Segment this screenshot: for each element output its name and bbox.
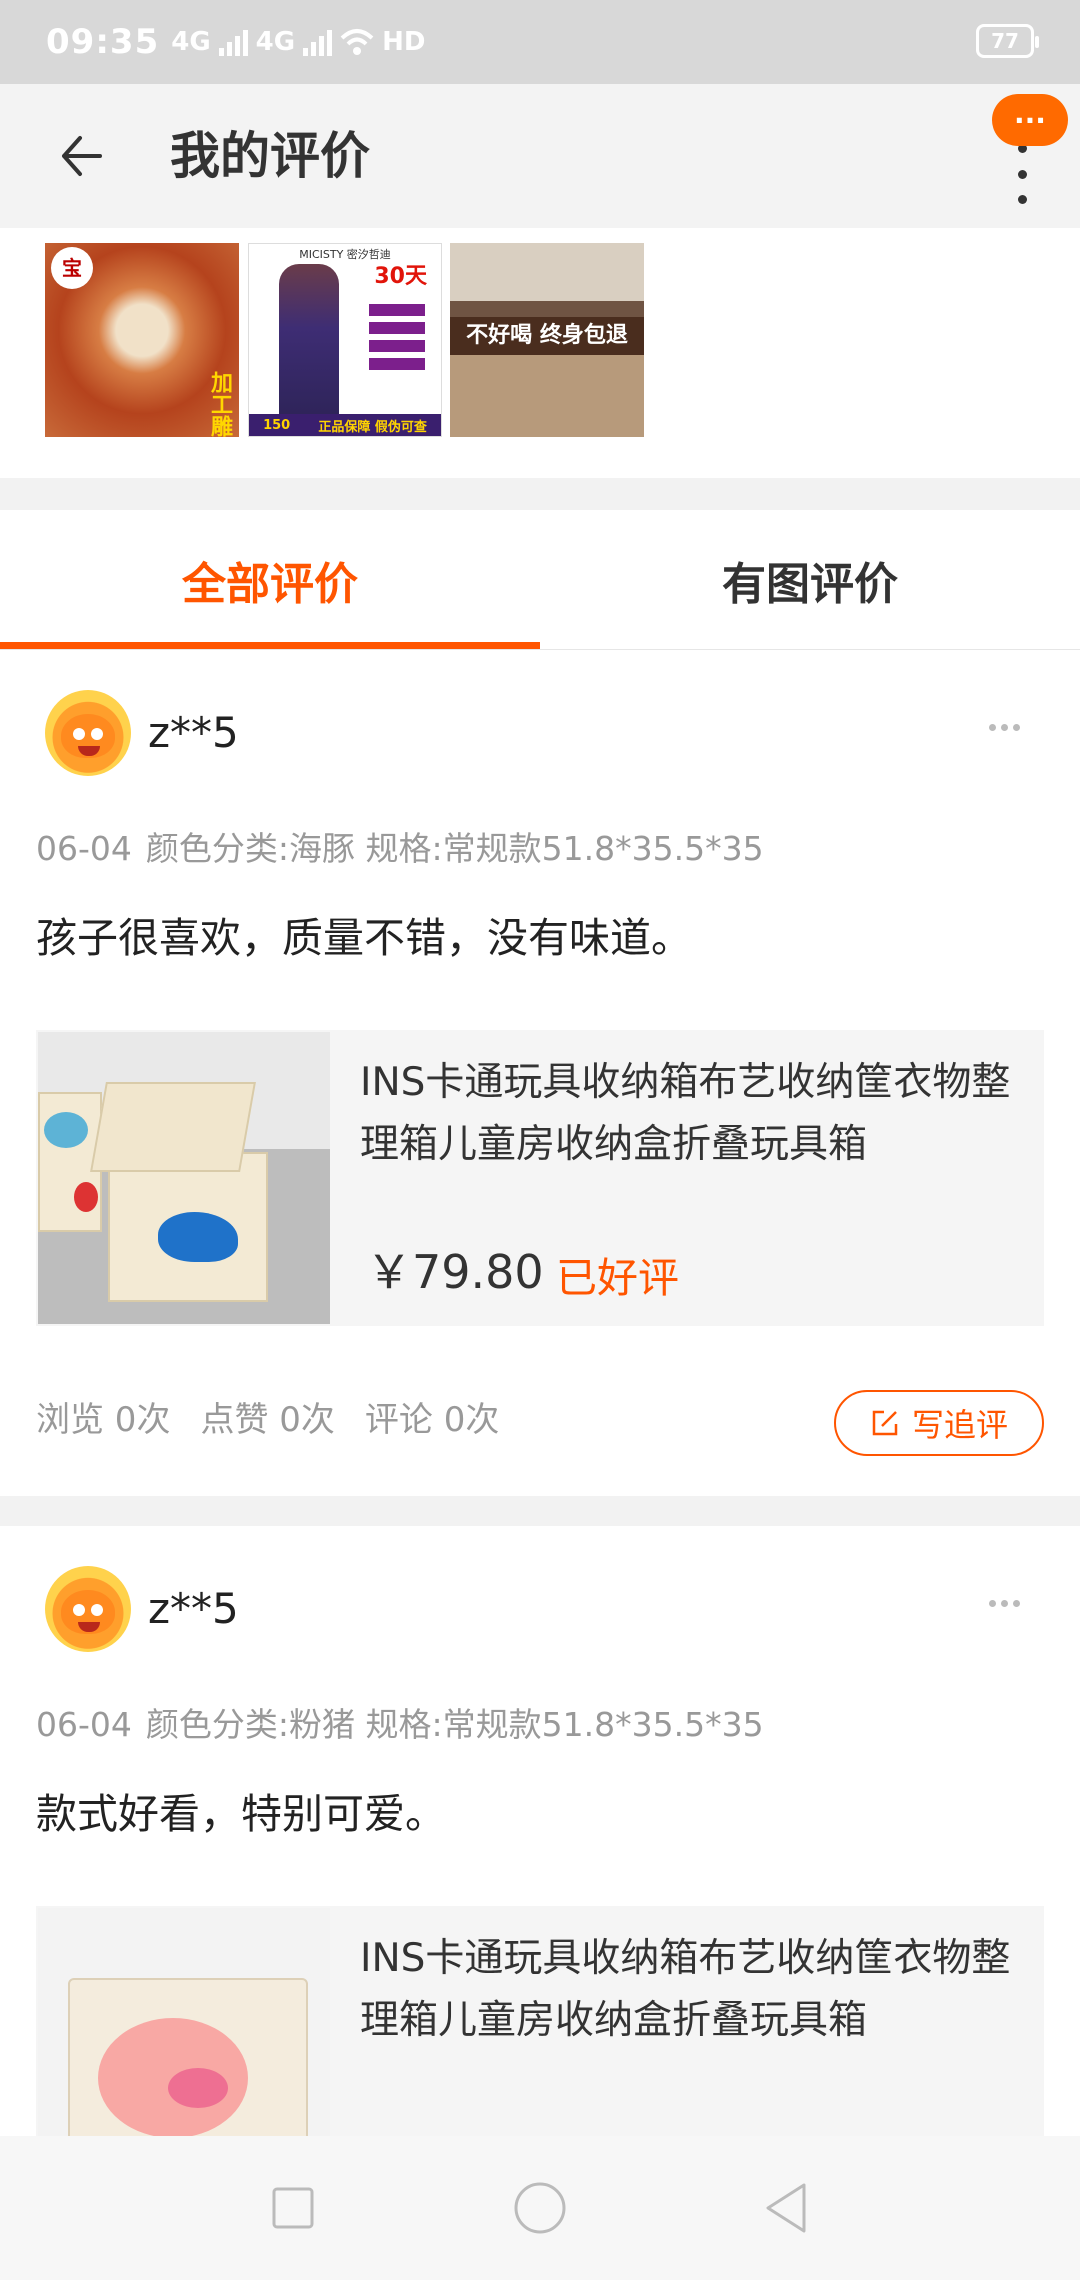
wifi-label: HD	[382, 27, 426, 57]
signal-icon	[218, 28, 248, 56]
product-card[interactable]: INS卡通玩具收纳箱布艺收纳筐衣物整理箱儿童房收纳盒折叠玩具箱	[36, 1906, 1044, 2136]
product-thumbnail-1[interactable]: 宝 加工雕	[45, 243, 239, 437]
review-date: 06-04	[36, 1705, 132, 1744]
thumb-bottom-right: 正品保障 假伪可查	[318, 419, 427, 435]
recent-apps-icon[interactable]	[262, 2177, 324, 2239]
thumb-banner: 不好喝 终身包退	[450, 317, 644, 355]
avatar[interactable]	[45, 690, 131, 776]
product-title: INS卡通玩具收纳箱布艺收纳筐衣物整理箱儿童房收纳盒折叠玩具箱	[360, 1936, 1011, 2043]
product-image	[38, 1032, 330, 1324]
status-time: 09:35	[46, 22, 160, 62]
page-title: 我的评价	[170, 127, 370, 185]
review-date: 06-04	[36, 829, 132, 868]
status-bar: 09:35 4G 4G HD 77	[0, 0, 1080, 84]
thumb-text: 加工雕	[207, 371, 232, 437]
app-header: 我的评价 ···	[0, 84, 1080, 228]
more-horizontal-icon[interactable]	[989, 1600, 1020, 1607]
product-thumbnail-3[interactable]: 不好喝 终身包退	[450, 243, 644, 437]
review-text: 款式好看，特别可爱。	[36, 1790, 446, 1838]
write-followup-button[interactable]: 写追评	[834, 1390, 1044, 1456]
review-spec: 颜色分类:海豚 规格:常规款51.8*35.5*35	[145, 829, 764, 868]
network-type-1: 4G	[171, 27, 211, 57]
system-nav-bar	[0, 2136, 1080, 2280]
review-stats: 浏览 0次 点赞 0次 评论 0次	[36, 1392, 499, 1441]
message-badge[interactable]: ···	[992, 94, 1068, 146]
product-price: ￥79.80	[366, 1245, 544, 1299]
product-card[interactable]: INS卡通玩具收纳箱布艺收纳筐衣物整理箱儿童房收纳盒折叠玩具箱 ￥79.80 已…	[36, 1030, 1044, 1326]
review-text: 孩子很喜欢，质量不错，没有味道。	[36, 914, 692, 962]
model-figure	[279, 264, 339, 424]
battery-icon: 77	[976, 24, 1039, 58]
username: z**5	[148, 1584, 239, 1633]
more-vertical-icon[interactable]	[1012, 144, 1032, 204]
review-spec: 颜色分类:粉猪 规格:常规款51.8*35.5*35	[145, 1705, 764, 1744]
image-strip: 宝 加工雕 MICISTY 密汐哲迪 30天 150 正品保障 假伪可查 不好喝…	[0, 228, 1080, 478]
back-triangle-icon[interactable]	[756, 2177, 818, 2239]
tab-all-reviews[interactable]: 全部评价	[0, 510, 540, 649]
thumb-logo: 宝	[51, 247, 93, 289]
product-image	[38, 1908, 330, 2136]
views-count: 浏览 0次	[36, 1400, 171, 1440]
comments-count: 评论 0次	[364, 1400, 500, 1440]
thumb-bottom-left: 150	[263, 417, 291, 433]
review-status: 已好评	[556, 1254, 679, 1302]
signal-indicators: 4G 4G HD	[171, 27, 425, 57]
product-title: INS卡通玩具收纳箱布艺收纳筐衣物整理箱儿童房收纳盒折叠玩具箱	[360, 1060, 1011, 1167]
avatar[interactable]	[45, 1566, 131, 1652]
thumb-bottom-strip: 150 正品保障 假伪可查	[249, 414, 441, 436]
back-arrow-icon[interactable]	[52, 124, 116, 188]
home-icon[interactable]	[509, 2177, 571, 2239]
username: z**5	[148, 708, 239, 757]
thumb-feature-bars	[369, 304, 425, 376]
edit-icon	[872, 1410, 898, 1436]
tab-photo-reviews[interactable]: 有图评价	[540, 510, 1080, 649]
more-horizontal-icon[interactable]	[989, 724, 1020, 731]
network-type-2: 4G	[255, 27, 296, 57]
review-card: z**5 06-04 颜色分类:粉猪 规格:常规款51.8*35.5*35 款式好…	[0, 1526, 1080, 2136]
signal-icon-2	[303, 28, 333, 56]
review-meta: 06-04 颜色分类:海豚 规格:常规款51.8*35.5*35	[36, 822, 764, 870]
likes-count: 点赞 0次	[200, 1400, 335, 1440]
review-meta: 06-04 颜色分类:粉猪 规格:常规款51.8*35.5*35	[36, 1698, 764, 1746]
wifi-icon	[340, 29, 374, 55]
product-thumbnail-2[interactable]: MICISTY 密汐哲迪 30天 150 正品保障 假伪可查	[248, 243, 442, 437]
review-card: z**5 06-04 颜色分类:海豚 规格:常规款51.8*35.5*35 孩子很…	[0, 650, 1080, 1496]
thumb-badge: 30天	[374, 264, 427, 289]
write-followup-label: 写追评	[911, 1406, 1008, 1444]
review-tabs: 全部评价 有图评价	[0, 510, 1080, 650]
